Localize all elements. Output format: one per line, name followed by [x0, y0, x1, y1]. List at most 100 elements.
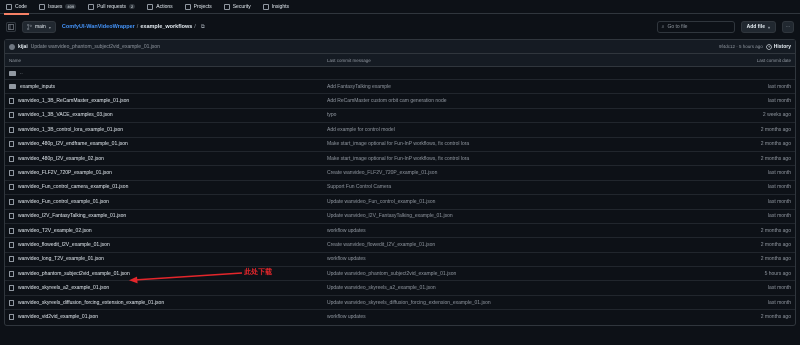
table-row[interactable]: wanvideo_long_T2V_example_01.json workflo…: [5, 253, 795, 268]
file-name-link[interactable]: wanvideo_phantom_subject2vid_example_01.…: [18, 271, 130, 277]
table-row[interactable]: wanvideo_skyreels_diffusion_forcing_exte…: [5, 296, 795, 311]
commit-message-link[interactable]: Update wanvideo_skyreels_a2_example_01.j…: [327, 285, 701, 291]
commit-date: 2 months ago: [760, 126, 791, 133]
commit-message-link[interactable]: Add ReCamMaster custom orbit cam generat…: [327, 98, 701, 104]
file-name-link[interactable]: example_inputs: [20, 84, 55, 90]
branch-name: main: [35, 24, 46, 30]
parent-directory-row[interactable]: ..: [5, 67, 795, 80]
tab-label: Issues: [47, 3, 63, 10]
table-row[interactable]: wanvideo_skyreels_a2_example_01.json Upda…: [5, 281, 795, 296]
file-name-link[interactable]: wanvideo_skyreels_a2_example_01.json: [18, 285, 109, 291]
tab-security[interactable]: Security: [222, 0, 253, 14]
file-name-link[interactable]: wanvideo_Fun_control_example_01.json: [18, 199, 109, 205]
table-row[interactable]: wanvideo_1_3B_VACE_examples_03.json typo 2…: [5, 109, 795, 124]
commit-message-link[interactable]: workflow updates: [327, 256, 701, 262]
commit-message-link[interactable]: Make start_image optional for Fun-InP wo…: [327, 141, 701, 147]
file-name-link[interactable]: wanvideo_long_T2V_example_01.json: [18, 256, 104, 262]
add-file-button[interactable]: Add file ▾: [740, 21, 776, 33]
breadcrumb-current-folder: example_workflows: [140, 24, 193, 30]
file-icon: [9, 170, 14, 177]
file-name-link[interactable]: wanvideo_Fun_control_camera_example_01.j…: [18, 184, 128, 190]
commit-message-link[interactable]: Add example for control model: [327, 127, 701, 133]
tab-label: Projects: [193, 3, 212, 10]
commit-message-link[interactable]: Update wanvideo_I2V_FantasyTalking_examp…: [327, 213, 701, 219]
commit-meta[interactable]: 9f4dc12 · 5 hours ago: [719, 44, 763, 49]
side-panel-button[interactable]: [6, 22, 16, 32]
commit-message[interactable]: Update wanvideo_phantom_subject2vid_exam…: [31, 44, 160, 50]
column-date: Last commit date: [756, 57, 791, 63]
commit-message-link[interactable]: workflow updates: [327, 314, 701, 320]
branch-selector[interactable]: main ▾: [22, 21, 56, 33]
commit-date: last month: [767, 184, 791, 191]
table-row[interactable]: wanvideo_I2V_FantasyTalking_example_01.j…: [5, 210, 795, 224]
history-button[interactable]: History: [766, 44, 791, 50]
commit-message-link[interactable]: Add FantasyTalking example: [327, 84, 701, 90]
table-row[interactable]: wanvideo_Fun_control_example_01.json Upda…: [5, 195, 795, 210]
commit-date: 2 months ago: [760, 256, 791, 263]
commit-message-link[interactable]: Create wanvideo_FLF2V_720P_example_01.js…: [327, 170, 701, 176]
file-name-link[interactable]: wanvideo_T2V_example_02.json: [18, 228, 92, 234]
copy-path-icon[interactable]: ⧉: [201, 24, 205, 31]
commit-message-link[interactable]: workflow updates: [327, 228, 701, 234]
folder-icon: [9, 84, 16, 90]
table-row[interactable]: wanvideo_vid2vid_example_01.json workflow…: [5, 310, 795, 324]
file-name-link[interactable]: wanvideo_1_3B_control_lora_example_01.js…: [18, 127, 123, 133]
table-row[interactable]: wanvideo_FLF2V_720P_example_01.json Creat…: [5, 166, 795, 181]
file-name-link[interactable]: wanvideo_flowedit_I2V_example_01.json: [18, 242, 110, 248]
table-row[interactable]: example_inputs Add FantasyTalking example…: [5, 80, 795, 95]
file-icon: [9, 155, 14, 162]
commit-message-link[interactable]: Support Fun Control Camera: [327, 184, 701, 190]
file-name-link[interactable]: wanvideo_1_3B_ReCamMaster_example_01.jso…: [18, 98, 129, 104]
file-name-link[interactable]: wanvideo_I2V_FantasyTalking_example_01.j…: [18, 213, 126, 219]
file-name-link[interactable]: wanvideo_1_3B_VACE_examples_03.json: [18, 112, 113, 118]
file-name-link[interactable]: wanvideo_480p_I2V_endframe_example_01.js…: [18, 141, 128, 147]
file-icon: [9, 98, 14, 105]
file-name-link[interactable]: wanvideo_skyreels_diffusion_forcing_exte…: [18, 300, 164, 306]
tab-pull-requests[interactable]: Pull requests 2: [86, 0, 137, 14]
commit-message-link[interactable]: typo: [327, 112, 701, 118]
kebab-icon: ···: [785, 24, 791, 30]
table-row[interactable]: wanvideo_1_3B_ReCamMaster_example_01.jso…: [5, 94, 795, 109]
file-name-link[interactable]: wanvideo_vid2vid_example_01.json: [18, 314, 98, 320]
table-row[interactable]: wanvideo_T2V_example_02.json workflow upd…: [5, 224, 795, 239]
tab-actions[interactable]: Actions: [145, 0, 174, 14]
commit-date: last month: [767, 170, 791, 177]
commit-message-link[interactable]: Create wanvideo_flowedit_I2V_example_01.…: [327, 242, 701, 248]
more-options-button[interactable]: ···: [782, 21, 794, 33]
table-row[interactable]: wanvideo_480p_I2V_example_02.json Make st…: [5, 152, 795, 167]
commit-date: last month: [767, 213, 791, 220]
file-icon: [9, 314, 14, 321]
table-row[interactable]: wanvideo_1_3B_control_lora_example_01.js…: [5, 123, 795, 138]
tab-issues[interactable]: Issues 409: [37, 0, 78, 14]
commit-message-link[interactable]: Update wanvideo_phantom_subject2vid_exam…: [327, 271, 701, 277]
breadcrumb-repo-link[interactable]: ComfyUI-WanVideoWrapper: [62, 24, 135, 30]
commit-message-link[interactable]: Update wanvideo_Fun_control_example_01.j…: [327, 199, 701, 205]
table-row[interactable]: wanvideo_flowedit_I2V_example_01.json Cre…: [5, 238, 795, 253]
file-name-link[interactable]: wanvideo_FLF2V_720P_example_01.json: [18, 170, 112, 176]
issue-icon: [38, 3, 45, 10]
file-icon: [9, 227, 14, 234]
history-label: History: [773, 43, 791, 50]
repo-nav: Code Issues 409 Pull requests 2 Actions Projec…: [0, 0, 800, 15]
tab-code[interactable]: Code: [4, 0, 29, 15]
file-name-link[interactable]: wanvideo_480p_I2V_example_02.json: [18, 156, 104, 162]
commit-message-link[interactable]: Update wanvideo_skyreels_diffusion_forci…: [327, 300, 701, 306]
table-row[interactable]: wanvideo_480p_I2V_endframe_example_01.js…: [5, 138, 795, 152]
folder-icon: [9, 70, 16, 76]
commit-message-link[interactable]: Make start_image optional for Fun-InP wo…: [327, 156, 701, 162]
latest-commit-bar: kijai Update wanvideo_phantom_subject2vi…: [5, 40, 795, 54]
go-to-file-placeholder: Go to file: [667, 24, 688, 30]
commit-author[interactable]: kijai: [18, 44, 28, 50]
commit-date: 2 months ago: [760, 314, 791, 321]
avatar[interactable]: [9, 43, 15, 50]
table-row[interactable]: wanvideo_phantom_subject2vid_example_01.…: [5, 267, 795, 282]
file-list: example_inputs Add FantasyTalking example…: [5, 80, 795, 325]
tab-projects[interactable]: Projects: [183, 0, 214, 14]
parent-directory-label[interactable]: ..: [20, 70, 23, 76]
table-row[interactable]: wanvideo_Fun_control_camera_example_01.j…: [5, 181, 795, 196]
commit-date: 2 months ago: [760, 155, 791, 162]
tab-insights[interactable]: Insights: [261, 0, 291, 14]
table-icon: [184, 3, 191, 10]
go-to-file-input[interactable]: ⌕ Go to file: [656, 21, 735, 33]
code-icon: [6, 3, 12, 10]
